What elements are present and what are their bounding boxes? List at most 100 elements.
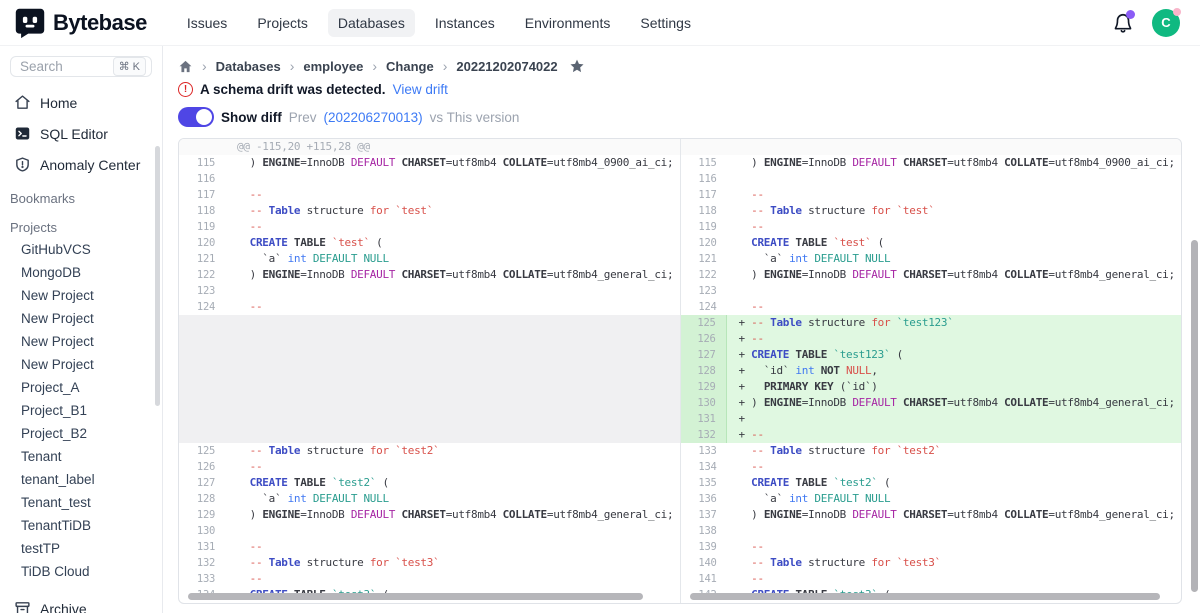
view-drift-link[interactable]: View drift [393,82,448,97]
breadcrumb-home-icon[interactable] [178,59,193,74]
code-line: CREATE TABLE `test` ( [727,235,1182,251]
line-number: 127 [681,347,727,363]
nav-item-instances[interactable]: Instances [425,9,505,37]
diff-row: 116 [681,171,1182,187]
notification-bell-icon[interactable] [1112,12,1134,34]
code-line [225,523,680,539]
sidebar-item-label: Archive [40,601,87,613]
line-number: 126 [179,459,225,475]
code-line: + [727,411,1182,427]
line-number: 120 [179,235,225,251]
diff-filler-row [179,379,680,395]
schema-diff-view: @@ -115,20 +115,28 @@115 ) ENGINE=InnoDB… [178,138,1182,604]
nav-item-settings[interactable]: Settings [630,9,701,37]
code-line: + -- [727,427,1182,443]
sidebar-project-item[interactable]: New Project [0,330,162,353]
line-number: 135 [681,475,727,491]
breadcrumb-item-change[interactable]: Change [386,59,434,74]
code-line: -- [727,219,1182,235]
nav-item-databases[interactable]: Databases [328,9,415,37]
diff-row: 131+ [681,411,1182,427]
sidebar-scrollbar[interactable] [155,146,160,406]
brand-title: Bytebase [53,10,147,36]
horizontal-scrollbar-left[interactable] [188,593,643,600]
sidebar-project-item[interactable]: MongoDB [0,261,162,284]
prev-version-link[interactable]: (202206270013) [324,110,423,125]
code-line [225,283,680,299]
code-line: ) ENGINE=InnoDB DEFAULT CHARSET=utf8mb4 … [727,155,1182,171]
diff-row: 116 [179,171,680,187]
code-line: -- [225,459,680,475]
diff-row: 118 -- Table structure for `test` [179,203,680,219]
line-number: 124 [179,299,225,315]
diff-row: 141 -- [681,571,1182,587]
code-line: -- Table structure for `test3` [225,555,680,571]
diff-row: 123 [179,283,680,299]
line-number: 133 [681,443,727,459]
horizontal-scrollbar-right[interactable] [690,593,1160,600]
code-line: `a` int DEFAULT NULL [225,251,680,267]
sidebar-project-item[interactable]: GitHubVCS [0,238,162,261]
nav-item-issues[interactable]: Issues [177,9,237,37]
avatar-status-dot [1173,8,1181,16]
sidebar-project-item[interactable]: Project_B2 [0,422,162,445]
diff-filler-row [179,411,680,427]
diff-pane-current: 115 ) ENGINE=InnoDB DEFAULT CHARSET=utf8… [681,139,1182,603]
diff-row: 122 ) ENGINE=InnoDB DEFAULT CHARSET=utf8… [179,267,680,283]
breadcrumb-item-databases[interactable]: Databases [216,59,281,74]
sql-editor-icon [14,125,31,142]
nav-item-environments[interactable]: Environments [515,9,621,37]
star-icon[interactable] [567,58,585,74]
line-number: 121 [179,251,225,267]
diff-row: 115 ) ENGINE=InnoDB DEFAULT CHARSET=utf8… [681,155,1182,171]
sidebar-project-item[interactable]: New Project [0,307,162,330]
line-number: 123 [179,283,225,299]
line-number: 125 [179,443,225,459]
code-line: + `id` int NOT NULL, [727,363,1182,379]
line-number: 116 [681,171,727,187]
sidebar-project-item[interactable]: TiDB Cloud [0,560,162,583]
code-line: -- Table structure for `test2` [225,443,680,459]
diff-row: 133 -- Table structure for `test2` [681,443,1182,459]
diff-row: 123 [681,283,1182,299]
diff-row: 115 ) ENGINE=InnoDB DEFAULT CHARSET=utf8… [179,155,680,171]
diff-row: 139 -- [681,539,1182,555]
sidebar-project-item[interactable]: testTP [0,537,162,560]
avatar[interactable]: C [1152,9,1180,37]
sidebar-project-item[interactable]: Tenant [0,445,162,468]
code-line: -- Table structure for `test` [727,203,1182,219]
line-number [179,411,225,427]
sidebar-project-item[interactable]: TenantTiDB [0,514,162,537]
line-number: 120 [681,235,727,251]
show-diff-toggle[interactable] [178,107,214,127]
code-line: + -- Table structure for `test123` [727,315,1182,331]
page-vertical-scrollbar[interactable] [1191,240,1198,592]
diff-row: 135 CREATE TABLE `test2` ( [681,475,1182,491]
sidebar-project-item[interactable]: Project_B1 [0,399,162,422]
code-line: -- [225,571,680,587]
sidebar-item-archive[interactable]: Archive [0,593,162,613]
diff-row: 130+ ) ENGINE=InnoDB DEFAULT CHARSET=utf… [681,395,1182,411]
diff-row: 130 [179,523,680,539]
diff-filler-row [179,427,680,443]
sidebar-project-item[interactable]: Project_A [0,376,162,399]
bytebase-logo-icon [14,7,46,39]
sidebar-item-home[interactable]: Home [0,87,162,118]
breadcrumb-item-employee[interactable]: employee [303,59,363,74]
breadcrumb: › Databases › employee › Change › 202212… [178,58,1200,74]
sidebar-project-item[interactable]: Tenant_test [0,491,162,514]
search-input[interactable] [20,59,100,74]
sidebar-project-item[interactable]: tenant_label [0,468,162,491]
line-number: 128 [681,363,727,379]
sidebar-project-item[interactable]: New Project [0,353,162,376]
search-box[interactable]: ⌘ K [10,56,152,77]
diff-row: 137 ) ENGINE=InnoDB DEFAULT CHARSET=utf8… [681,507,1182,523]
line-number: 140 [681,555,727,571]
sidebar-project-item[interactable]: New Project [0,284,162,307]
diff-hunk-row: @@ -115,20 +115,28 @@ [179,139,680,155]
sidebar-item-anomaly-center[interactable]: Anomaly Center [0,149,162,180]
breadcrumb-item-version: 20221202074022 [456,59,557,74]
nav-item-projects[interactable]: Projects [247,9,318,37]
diff-row: 120 CREATE TABLE `test` ( [681,235,1182,251]
sidebar-item-sql-editor[interactable]: SQL Editor [0,118,162,149]
